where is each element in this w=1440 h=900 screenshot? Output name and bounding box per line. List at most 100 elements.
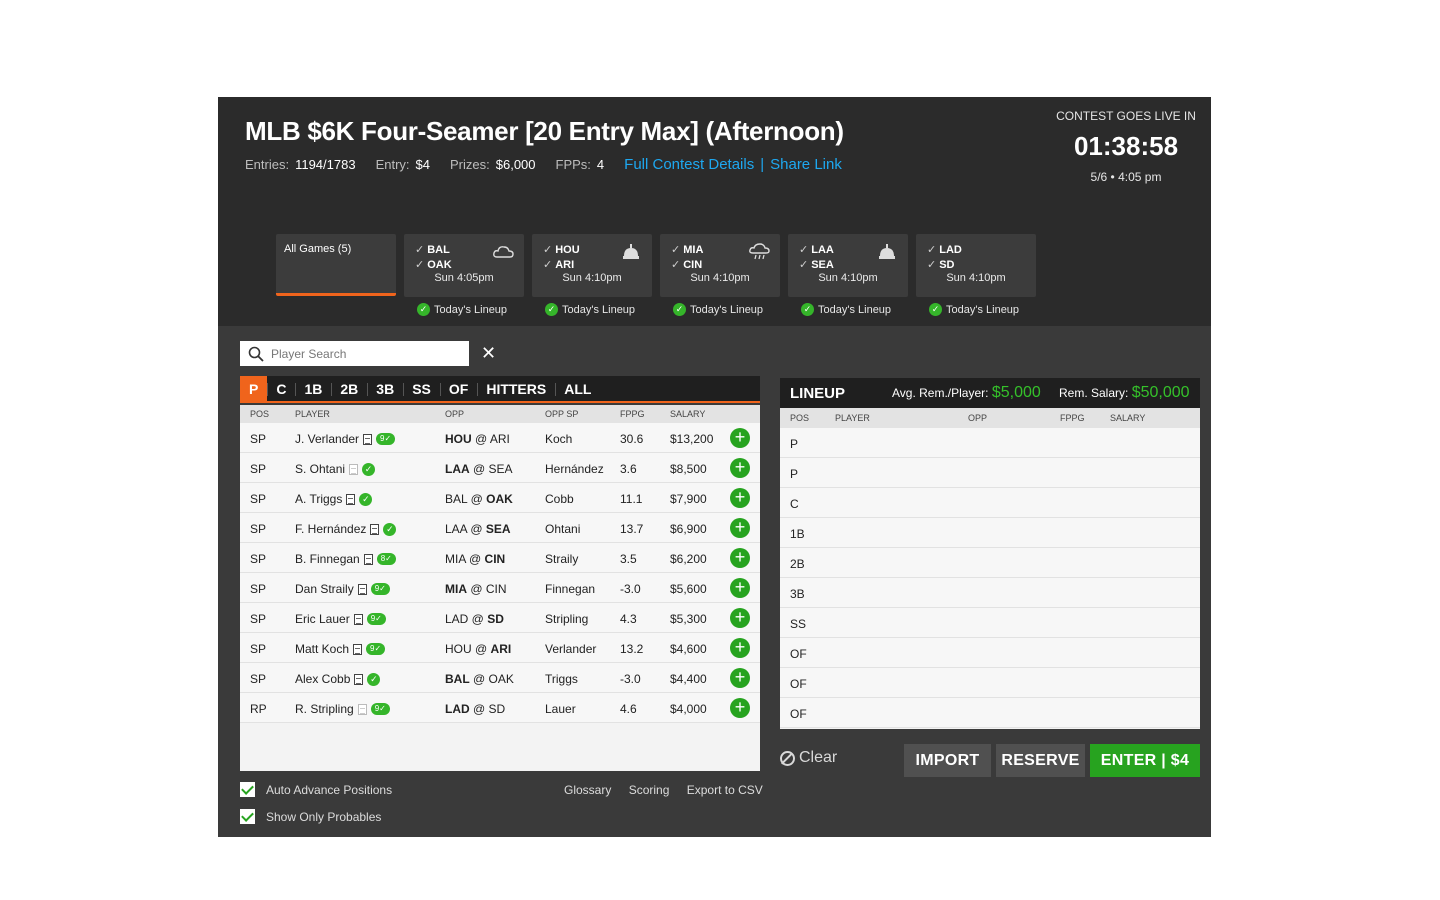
show-probables-checkbox[interactable] (240, 809, 255, 824)
player-salary: $5,300 (670, 612, 707, 626)
contest-countdown: CONTEST GOES LIVE IN 01:38:58 5/6 • 4:05… (1041, 109, 1211, 184)
player-row[interactable]: SP Dan Straily 9✓ MIA @ CIN Finnegan -3.0 $5,6… (240, 573, 760, 603)
todays-lineup-link[interactable]: ✓ Today's Lineup (417, 303, 507, 316)
player-row[interactable]: SP Matt Koch 9✓ HOU @ ARI Verlander 13.2 $4,60… (240, 633, 760, 663)
player-name[interactable]: J. Verlander (295, 432, 359, 446)
col-opp[interactable]: OPP (445, 409, 464, 419)
player-row[interactable]: SP F. Hernández ✓ LAA @ SEA Ohtani 13.7 $6,900… (240, 513, 760, 543)
share-link[interactable]: Share Link (770, 156, 842, 173)
todays-lineup-link[interactable]: ✓ Today's Lineup (929, 303, 1019, 316)
tab-3b[interactable]: 3B (367, 376, 403, 401)
clear-lineup-button[interactable]: Clear (780, 749, 837, 767)
todays-lineup-link[interactable]: ✓ Today's Lineup (673, 303, 763, 316)
player-row[interactable]: SP A. Triggs ✓ BAL @ OAK Cobb 11.1 $7,900 + (240, 483, 760, 513)
full-contest-details-link[interactable]: Full Contest Details (624, 156, 754, 173)
opp-starting-pitcher: Finnegan (545, 582, 596, 596)
tab-all[interactable]: ALL (555, 376, 600, 401)
col-pos[interactable]: POS (250, 409, 269, 419)
lineup-slot[interactable]: OF (780, 698, 1200, 728)
add-player-icon[interactable]: + (730, 608, 750, 628)
player-name[interactable]: R. Stripling (295, 702, 354, 716)
search-input[interactable] (271, 346, 451, 361)
news-document-icon[interactable] (370, 523, 380, 535)
news-document-icon[interactable] (353, 613, 363, 625)
player-name[interactable]: S. Ohtani (295, 462, 345, 476)
add-player-icon[interactable]: + (730, 548, 750, 568)
export-csv-link[interactable]: Export to CSV (687, 783, 763, 797)
glossary-link[interactable]: Glossary (564, 783, 611, 797)
lineup-slot-pos: OF (790, 707, 807, 721)
tab-ss[interactable]: SS (403, 376, 440, 401)
enter-button[interactable]: ENTER | $4 (1090, 744, 1200, 777)
news-document-icon[interactable] (357, 703, 367, 715)
player-search[interactable] (240, 341, 469, 366)
scoring-link[interactable]: Scoring (629, 783, 670, 797)
lineup-slot[interactable]: OF (780, 668, 1200, 698)
news-document-icon[interactable] (363, 553, 373, 565)
player-name[interactable]: F. Hernández (295, 522, 366, 536)
game-card[interactable]: ✓ HOU ✓ ARI Sun 4:10pm (532, 234, 652, 297)
all-games-filter[interactable]: All Games (5) (276, 234, 396, 296)
lineup-slot[interactable]: 1B (780, 518, 1200, 548)
add-player-icon[interactable]: + (730, 578, 750, 598)
news-document-icon[interactable] (363, 433, 373, 445)
add-player-icon[interactable]: + (730, 698, 750, 718)
game-card[interactable]: ✓ LAD ✓ SD Sun 4:10pm (916, 234, 1036, 297)
news-document-icon[interactable] (353, 643, 363, 655)
news-document-icon[interactable] (349, 463, 359, 475)
news-document-icon[interactable] (357, 583, 367, 595)
player-row[interactable]: SP J. Verlander 9✓ HOU @ ARI Koch 30.6 $13,200… (240, 423, 760, 453)
lineup-slot[interactable]: P (780, 458, 1200, 488)
clear-search-icon[interactable]: ✕ (481, 343, 496, 364)
col-fppg[interactable]: FPPG (620, 409, 645, 419)
lineup-slot[interactable]: OF (780, 638, 1200, 668)
add-player-icon[interactable]: + (730, 668, 750, 688)
check-icon: ✓ (927, 244, 937, 256)
player-name[interactable]: B. Finnegan (295, 552, 360, 566)
player-name[interactable]: Matt Koch (295, 642, 349, 656)
lineup-slot[interactable]: 3B (780, 578, 1200, 608)
tab-of[interactable]: OF (439, 376, 477, 401)
import-button[interactable]: IMPORT (904, 744, 991, 777)
lineup-slot[interactable]: C (780, 488, 1200, 518)
game-card[interactable]: ✓ LAA ✓ SEA Sun 4:10pm (788, 234, 908, 297)
tab-2b[interactable]: 2B (331, 376, 367, 401)
tab-hitters[interactable]: HITTERS (477, 376, 555, 401)
news-document-icon[interactable] (346, 493, 356, 505)
add-player-icon[interactable]: + (730, 428, 750, 448)
auto-advance-checkbox[interactable] (240, 782, 255, 797)
add-player-icon[interactable]: + (730, 458, 750, 478)
add-player-icon[interactable]: + (730, 638, 750, 658)
col-opp-sp[interactable]: OPP SP (545, 409, 578, 419)
player-row[interactable]: SP Alex Cobb ✓ BAL @ OAK Triggs -3.0 $4,400 + (240, 663, 760, 693)
add-player-icon[interactable]: + (730, 488, 750, 508)
col-player[interactable]: PLAYER (295, 409, 330, 419)
todays-lineup-link[interactable]: ✓ Today's Lineup (545, 303, 635, 316)
player-name[interactable]: A. Triggs (295, 492, 342, 506)
col-salary[interactable]: SALARY (670, 409, 705, 419)
add-player-icon[interactable]: + (730, 518, 750, 538)
lineup-slot[interactable]: SS (780, 608, 1200, 638)
game-card[interactable]: ✓ MIA ✓ CIN Sun 4:10pm (660, 234, 780, 297)
todays-lineup-link[interactable]: ✓ Today's Lineup (801, 303, 891, 316)
matchup-home: ARI (489, 432, 510, 446)
game-card[interactable]: ✓ BAL ✓ OAK Sun 4:05pm (404, 234, 524, 297)
tab-1b[interactable]: 1B (295, 376, 331, 401)
lineup-slot-pos: C (790, 497, 799, 511)
lineup-slot[interactable]: 2B (780, 548, 1200, 578)
tab-c[interactable]: C (267, 376, 295, 401)
tab-p[interactable]: P (240, 376, 268, 401)
player-name-cell: Matt Koch 9✓ (295, 642, 386, 656)
player-name[interactable]: Alex Cobb (295, 672, 350, 686)
lineup-slot[interactable]: P (780, 428, 1200, 458)
player-name[interactable]: Dan Straily (295, 582, 354, 596)
player-pos: SP (250, 642, 267, 656)
player-name[interactable]: Eric Lauer (295, 612, 350, 626)
player-row[interactable]: SP S. Ohtani ✓ LAA @ SEA Hernández 3.6 $8,500 + (240, 453, 760, 483)
reserve-button[interactable]: RESERVE (996, 744, 1085, 777)
player-row[interactable]: SP Eric Lauer 9✓ LAD @ SD Stripling 4.3 $5,300… (240, 603, 760, 633)
player-row[interactable]: SP B. Finnegan 8✓ MIA @ CIN Straily 3.5 $6,200… (240, 543, 760, 573)
news-document-icon[interactable] (354, 673, 364, 685)
player-row[interactable]: RP R. Stripling 9✓ LAD @ SD Lauer 4.6 $4,000 + (240, 693, 760, 723)
confirmed-starter-icon: ✓ (367, 672, 381, 686)
